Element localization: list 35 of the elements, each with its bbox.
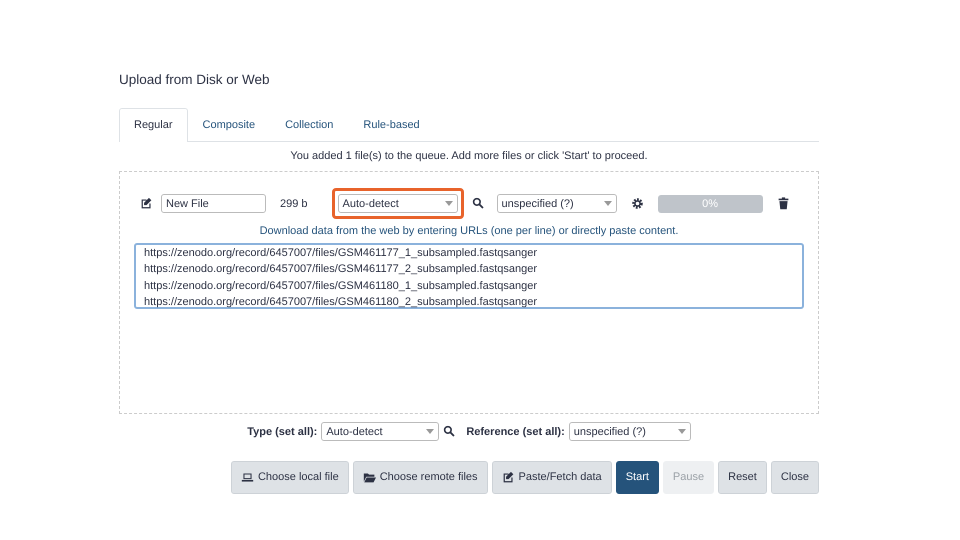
edit-icon[interactable]	[140, 197, 153, 210]
url-line: https://zenodo.org/record/6457007/files/GSM461177_1_subsampled.fastqsanger	[144, 246, 538, 261]
tab[interactable]: Rule-based	[348, 108, 435, 142]
type-label: Type (set all):	[247, 424, 318, 440]
url-line: https://zenodo.org/record/6457007/files/GSM461177_2_subsampled.fastqsanger	[144, 262, 538, 278]
search-icon[interactable]	[443, 425, 456, 438]
action-button[interactable]: Reset	[718, 461, 767, 494]
progress-label: 0%	[702, 196, 718, 212]
dialog-title: Upload from Disk or Web	[119, 71, 271, 89]
size-text: 299 b	[280, 196, 308, 212]
url-line: https://zenodo.org/record/6457007/files/GSM461180_2_subsampled.fastqsanger	[144, 295, 538, 310]
action-button[interactable]: Start	[616, 461, 659, 494]
folder-icon	[362, 471, 376, 484]
remote-files-button[interactable]: Choose remote files	[352, 461, 488, 494]
search-icon[interactable]	[472, 197, 485, 210]
type-select[interactable]: Auto-detect	[321, 422, 440, 442]
edit-icon	[502, 471, 515, 484]
paste-fetch-button[interactable]: Paste/Fetch data	[492, 461, 612, 494]
settings-icon[interactable]	[630, 197, 644, 210]
reference-label: Reference (set all):	[466, 424, 565, 440]
tab[interactable]: Composite	[188, 108, 270, 142]
tab[interactable]: Regular	[119, 108, 188, 142]
tab[interactable]: Collection	[270, 108, 348, 142]
url-textarea[interactable]	[134, 242, 804, 309]
action-button[interactable]: Close	[770, 461, 819, 494]
laptop-icon	[240, 471, 254, 484]
reference-select[interactable]: unspecified (?)	[496, 194, 617, 214]
name-field[interactable]: New File	[161, 194, 266, 214]
help-text: Download data from the web by entering URLs (one per line) or directly paste content.	[258, 224, 680, 240]
delete-icon[interactable]	[776, 197, 790, 210]
reference-select[interactable]: unspecified (?)	[568, 422, 691, 442]
local-file-button[interactable]: Choose local file	[230, 461, 349, 494]
url-line: https://zenodo.org/record/6457007/files/GSM461180_1_subsampled.fastqsanger	[144, 278, 538, 294]
queue-message: You added 1 file(s) to the queue. Add more files or click 'Start' to proceed.	[289, 148, 649, 164]
type-select[interactable]: Auto-detect	[338, 194, 458, 214]
